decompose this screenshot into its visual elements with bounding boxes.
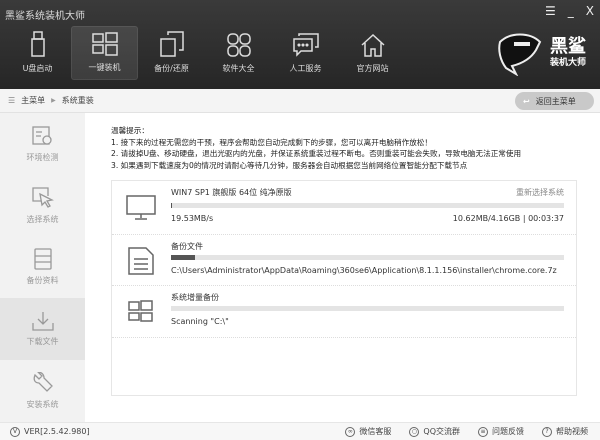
breadcrumb-separator: ▶: [51, 97, 56, 104]
database-icon: [33, 248, 52, 271]
back-label: 返回主菜单: [535, 96, 576, 106]
logo-title: 黑鲨: [549, 36, 586, 57]
nav-official-site[interactable]: 官方网站: [339, 26, 406, 80]
home-icon: [360, 33, 385, 57]
sidebar-label: 安装系统: [26, 400, 59, 410]
status-bar: V VER[2.5.42.980] ∞ 微信客服 ○ QQ交流群 ≡ 问题反馈 ? 帮助视…: [0, 422, 600, 440]
wechat-support-link[interactable]: ∞ 微信客服: [345, 426, 391, 437]
close-button[interactable]: X: [586, 4, 594, 18]
version-icon: V: [10, 426, 20, 437]
task-title: WIN7 SP1 旗舰版 64位 纯净原版: [171, 188, 292, 197]
task-detail: C:\Users\Administrator\AppData\Roaming\3…: [171, 266, 557, 275]
sidebar-item-select-system[interactable]: 选择系统: [0, 175, 85, 237]
download-speed: 19.53MB/s: [171, 214, 214, 223]
tip-line: 2. 请拔掉U盘、移动硬盘，退出光驱内的光盘，并保证系统重装过程不断电。否则重装…: [111, 149, 522, 158]
document-icon: [128, 247, 154, 275]
link-label: QQ交流群: [423, 427, 460, 436]
logo-subtitle: 装机大师: [549, 58, 586, 68]
download-stats: 10.62MB/4.16GB | 00:03:37: [452, 214, 564, 223]
nav-label: 官方网站: [356, 64, 389, 73]
shark-icon: [498, 33, 542, 76]
tips-title: 温馨提示：: [111, 126, 149, 135]
nav-backup-restore[interactable]: 备份/还原: [138, 26, 205, 80]
progress-bar: [171, 203, 564, 208]
link-label: 帮助视频: [556, 427, 588, 436]
nav-software[interactable]: 软件大全: [205, 26, 272, 80]
main-nav: U盘启动 一键装机 备份/还原 软件大全 人工服务 官方网站: [4, 26, 406, 80]
sidebar-label: 环境检测: [26, 152, 59, 162]
title-bar: 黑鲨系统装机大师 ☰ _ X U盘启动 一键装机 备份/还原 软件大全 人工服务…: [0, 0, 600, 89]
task-backup-files: 备份文件 C:\Users\Administrator\AppData\Roam…: [112, 235, 576, 286]
return-icon: ↩: [523, 96, 530, 106]
cursor-icon: [31, 187, 54, 208]
sidebar-label: 选择系统: [26, 214, 59, 224]
sidebar-item-backup-data[interactable]: 备份资料: [0, 237, 85, 299]
feedback-link[interactable]: ≡ 问题反馈: [478, 426, 524, 437]
sidebar-item-install-system[interactable]: 安装系统: [0, 360, 85, 422]
app-title: 黑鲨系统装机大师: [5, 11, 85, 22]
nav-label: 备份/还原: [154, 64, 189, 73]
feedback-icon: ≡: [478, 426, 488, 437]
tip-line: 1. 接下来的过程无需您的干预，程序会帮助您自动完成剩下的步骤，您可以离开电脑稍…: [111, 137, 432, 147]
progress-bar: [171, 255, 564, 260]
nav-manual-service[interactable]: 人工服务: [272, 26, 339, 80]
reselect-system-link[interactable]: 重新选择系统: [516, 187, 564, 198]
back-to-main-button[interactable]: ↩ 返回主菜单: [515, 92, 594, 110]
windows-icon: [91, 32, 118, 56]
task-download-system: WIN7 SP1 旗舰版 64位 纯净原版 重新选择系统 19.53MB/s 1…: [112, 181, 576, 235]
windows-icon: [128, 300, 153, 322]
tips: 温馨提示： 1. 接下来的过程无需您的干预，程序会帮助您自动完成剩下的步骤，您可…: [111, 125, 521, 171]
task-title: 系统增量备份: [171, 293, 219, 302]
list-icon: ☰: [8, 96, 16, 105]
chat-icon: [292, 33, 319, 57]
wechat-icon: ∞: [345, 426, 356, 437]
qq-group-link[interactable]: ○ QQ交流群: [409, 426, 460, 437]
usb-icon: [30, 31, 45, 57]
progress-bar: [171, 306, 564, 311]
link-label: 问题反馈: [492, 427, 524, 436]
progress-fill: [171, 255, 195, 260]
nav-label: U盘启动: [22, 64, 53, 73]
minimize-button[interactable]: _: [568, 4, 574, 18]
download-icon: [31, 312, 54, 331]
help-icon: ?: [542, 426, 552, 437]
task-incremental-backup: 系统增量备份 Scanning "C:\": [112, 286, 576, 338]
gear-box-icon: [31, 126, 52, 145]
wrench-icon: [33, 372, 53, 392]
monitor-icon: [126, 195, 156, 220]
breadcrumb-home[interactable]: 主菜单: [21, 95, 45, 106]
task-list: WIN7 SP1 旗舰版 64位 纯净原版 重新选择系统 19.53MB/s 1…: [111, 180, 577, 396]
sidebar-label: 备份资料: [26, 276, 59, 286]
sidebar-item-env-check[interactable]: 环境检测: [0, 113, 85, 175]
nav-label: 一键装机: [88, 63, 121, 72]
menu-icon[interactable]: ☰: [545, 4, 556, 18]
sidebar-label: 下载文件: [26, 337, 59, 347]
sidebar-item-download-files[interactable]: 下载文件: [0, 298, 85, 361]
sidebar: 环境检测 选择系统 备份资料 下载文件 安装系统: [0, 113, 85, 422]
breadcrumb: ☰ 主菜单 ▶ 系统重装 ↩ 返回主菜单: [0, 89, 600, 113]
progress-fill: [171, 203, 173, 208]
version-label: VER[2.5.42.980]: [24, 427, 90, 436]
qq-icon: ○: [409, 426, 420, 437]
apps-icon: [226, 33, 251, 57]
link-label: 微信客服: [359, 427, 392, 436]
help-video-link[interactable]: ? 帮助视频: [542, 426, 588, 437]
nav-label: 人工服务: [289, 64, 322, 73]
task-title: 备份文件: [171, 242, 203, 251]
tip-line: 3. 如果遇到下载速度为0的情况时请耐心等待几分钟，服务器会自动根据您当前网络位…: [111, 160, 468, 170]
task-detail: Scanning "C:\": [171, 317, 229, 326]
copy-icon: [159, 31, 184, 57]
nav-usb-boot[interactable]: U盘启动: [4, 26, 71, 80]
breadcrumb-current: 系统重装: [61, 96, 94, 105]
nav-one-click-install[interactable]: 一键装机: [71, 26, 138, 80]
brand-logo: 黑鲨 装机大师: [496, 30, 586, 76]
nav-label: 软件大全: [222, 64, 255, 73]
